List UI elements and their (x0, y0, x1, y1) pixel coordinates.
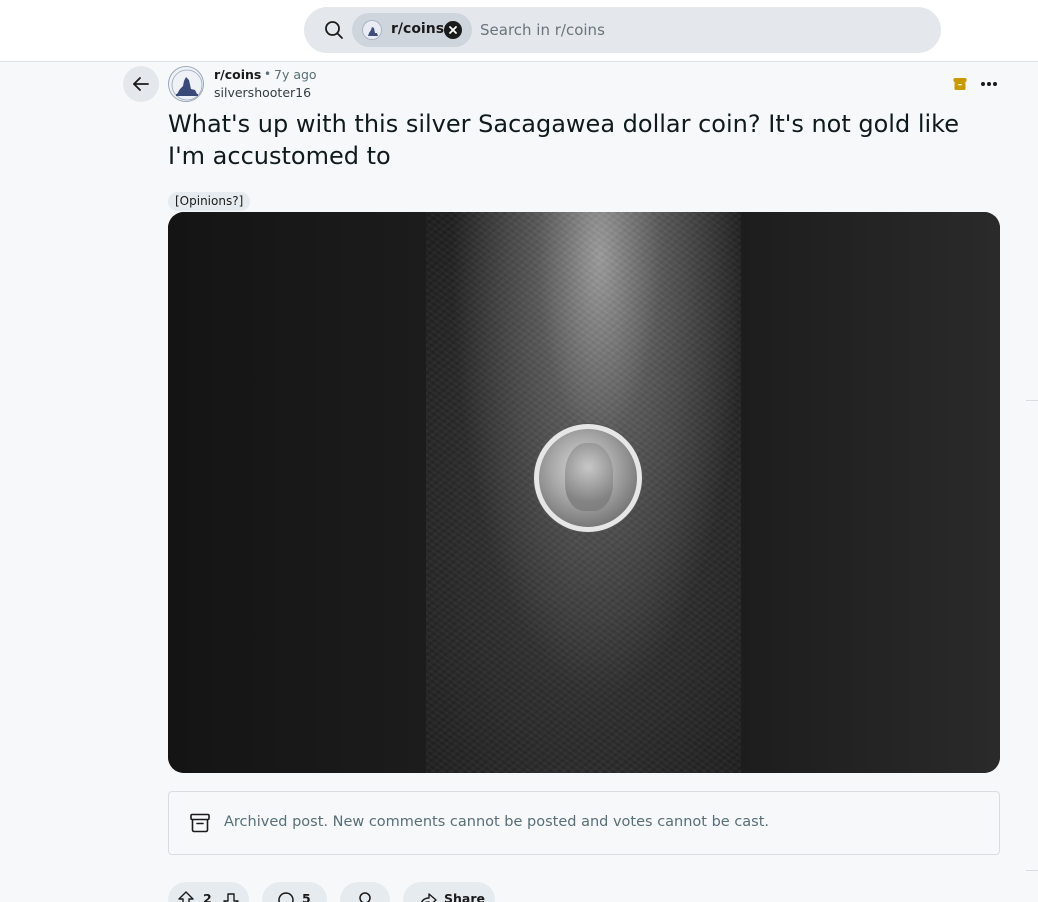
post-image[interactable] (168, 212, 1000, 773)
community-avatar-icon (362, 20, 382, 40)
archived-notice-text: Archived post. New comments cannot be po… (224, 814, 770, 830)
post-age: 7y ago (274, 67, 317, 82)
post-title: What's up with this silver Sacagawea dol… (168, 110, 959, 170)
search-input[interactable] (480, 19, 900, 41)
share-icon (420, 893, 437, 902)
coin-photo (426, 212, 741, 773)
subreddit-name[interactable]: r/coins (214, 67, 261, 82)
image-blur-left (168, 212, 426, 773)
search-bar[interactable]: r/coins (304, 7, 941, 53)
image-blur-right (741, 212, 1000, 773)
post-author[interactable]: silvershooter16 (214, 85, 311, 100)
award-button[interactable] (340, 882, 390, 902)
vote-control: 2 (168, 882, 249, 902)
award-icon (359, 892, 371, 902)
top-bar: r/coins (0, 0, 1038, 62)
post-flair[interactable]: [Opinions?] (168, 192, 251, 211)
archive-icon (190, 813, 210, 833)
more-options-button[interactable] (975, 70, 1003, 98)
back-button[interactable] (123, 66, 159, 102)
community-filter-chip[interactable]: r/coins (352, 13, 472, 47)
chip-label: r/coins (391, 21, 445, 37)
archived-notice: Archived post. New comments cannot be po… (168, 791, 1000, 855)
comments-button[interactable]: 5 (262, 882, 327, 902)
share-label: Share (444, 891, 485, 902)
divider (1026, 870, 1038, 871)
more-icon (981, 82, 985, 86)
upvote-icon[interactable] (177, 890, 195, 902)
divider (1026, 400, 1038, 401)
share-button[interactable]: Share (403, 882, 495, 902)
meta-separator: • (264, 67, 272, 81)
subreddit-avatar[interactable] (168, 66, 204, 102)
comment-count: 5 (302, 891, 311, 902)
archive-icon (953, 78, 967, 90)
close-icon[interactable] (444, 21, 462, 39)
coin-portrait (565, 443, 613, 511)
back-arrow-icon (133, 77, 149, 91)
vote-count: 2 (203, 891, 212, 902)
comment-icon (278, 892, 294, 902)
search-icon (325, 21, 343, 39)
downvote-icon[interactable] (222, 892, 240, 902)
coin (534, 424, 642, 532)
